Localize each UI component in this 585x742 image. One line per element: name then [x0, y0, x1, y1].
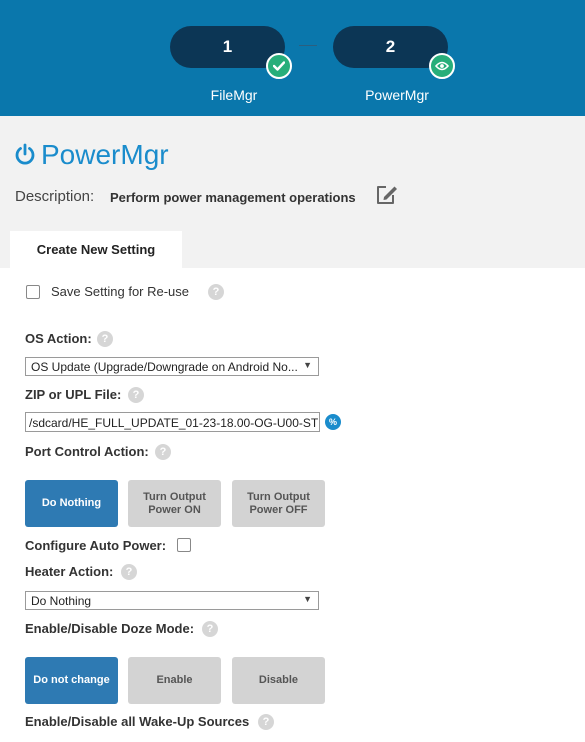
heater-label: Heater Action:	[25, 564, 114, 579]
doze-enable-button[interactable]: Enable	[128, 657, 221, 704]
heater-select[interactable]: Do Nothing ▼	[25, 591, 319, 610]
os-action-select[interactable]: OS Update (Upgrade/Downgrade on Android …	[25, 357, 319, 376]
help-icon[interactable]: ?	[97, 331, 113, 347]
port-control-label: Port Control Action:	[25, 444, 149, 459]
step-1-label[interactable]: FileMgr	[174, 87, 294, 103]
help-icon[interactable]: ?	[121, 564, 137, 580]
auto-power-checkbox[interactable]	[177, 538, 191, 552]
edit-icon[interactable]	[375, 184, 399, 211]
zip-file-label: ZIP or UPL File:	[25, 387, 122, 402]
doze-disable-button[interactable]: Disable	[232, 657, 325, 704]
chevron-down-icon: ▼	[303, 360, 312, 370]
step-2-number: 2	[385, 37, 396, 56]
zip-file-input[interactable]: /sdcard/HE_FULL_UPDATE_01-23-18.00-OG-U0…	[25, 412, 320, 432]
tab-create-new-setting[interactable]: Create New Setting	[10, 231, 182, 268]
wakeup-sources-label: Enable/Disable all Wake-Up Sources	[25, 714, 250, 729]
chevron-down-icon: ▼	[303, 594, 312, 604]
help-icon[interactable]: ?	[155, 444, 171, 460]
page-title: PowerMgr	[41, 139, 169, 170]
power-icon	[14, 143, 36, 172]
save-setting-label: Save Setting for Re-use	[51, 284, 190, 299]
port-do-nothing-button[interactable]: Do Nothing	[25, 480, 118, 527]
step-2-label[interactable]: PowerMgr	[337, 87, 457, 103]
eye-icon	[429, 53, 455, 79]
help-icon[interactable]: ?	[202, 621, 218, 637]
os-action-value: OS Update (Upgrade/Downgrade on Android …	[31, 360, 298, 374]
heater-value: Do Nothing	[31, 594, 92, 608]
doze-do-not-change-button[interactable]: Do not change	[25, 657, 118, 704]
port-power-off-button[interactable]: Turn Output Power OFF	[232, 480, 325, 527]
os-action-label: OS Action:	[25, 331, 92, 346]
step-1-number: 1	[222, 37, 233, 56]
doze-mode-label: Enable/Disable Doze Mode:	[25, 621, 195, 636]
save-setting-checkbox[interactable]	[26, 285, 40, 299]
port-power-on-button[interactable]: Turn Output Power ON	[128, 480, 221, 527]
description-value: Perform power management operations	[110, 190, 356, 205]
help-icon[interactable]: ?	[128, 387, 144, 403]
percent-variable-button[interactable]: %	[325, 414, 341, 430]
help-icon[interactable]: ?	[208, 284, 224, 300]
description-label: Description:	[15, 188, 95, 205]
help-icon[interactable]: ?	[258, 714, 274, 730]
check-icon	[266, 53, 292, 79]
auto-power-label: Configure Auto Power:	[25, 538, 167, 553]
step-connector	[299, 45, 317, 46]
